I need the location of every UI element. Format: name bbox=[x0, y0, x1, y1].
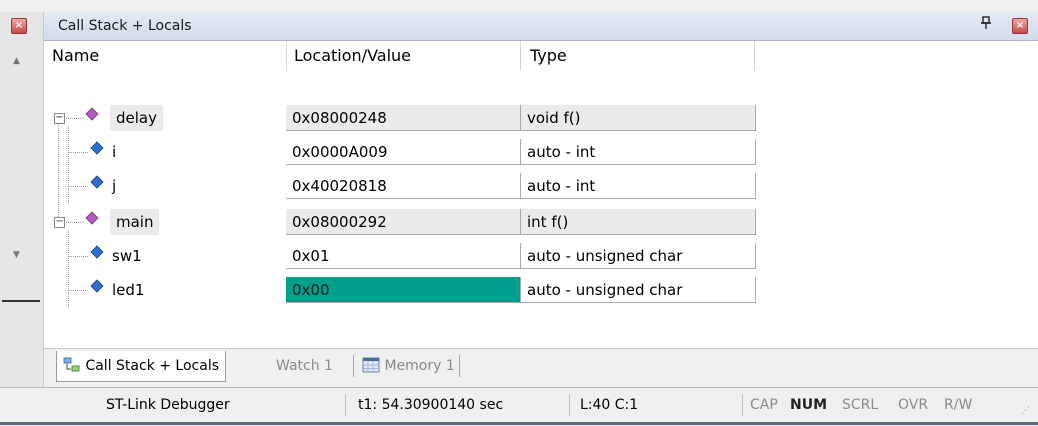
tree-guide-line bbox=[63, 118, 83, 119]
collapse-toggle-icon[interactable]: − bbox=[54, 217, 65, 228]
value-cell[interactable]: 0x01 bbox=[286, 243, 521, 269]
type-cell: auto - unsigned char bbox=[521, 277, 756, 303]
tree-guide-line bbox=[68, 152, 88, 153]
memory-grid-icon bbox=[362, 354, 380, 384]
tab-label: Watch 1 bbox=[276, 358, 333, 374]
status-rw: R/W bbox=[944, 397, 973, 413]
status-time: t1: 54.30900140 sec bbox=[358, 397, 504, 413]
resize-grip-icon[interactable]: ⋰ bbox=[1021, 406, 1030, 416]
tab-separator bbox=[459, 355, 460, 377]
status-bar: ST-Link Debugger t1: 54.30900140 sec L:4… bbox=[0, 387, 1038, 426]
scroll-down-arrow-icon[interactable]: ▼ bbox=[13, 250, 20, 260]
type-cell: int f() bbox=[521, 209, 756, 235]
scroll-up-arrow-icon[interactable]: ▲ bbox=[13, 56, 20, 66]
tree-guide-line bbox=[68, 231, 69, 307]
status-cap: CAP bbox=[750, 397, 778, 413]
call-stack-icon bbox=[63, 354, 81, 384]
left-gutter bbox=[0, 12, 44, 387]
status-separator bbox=[569, 394, 570, 416]
status-separator bbox=[742, 394, 743, 416]
tab-label: Call Stack + Locals bbox=[85, 358, 220, 374]
tree-guide-line bbox=[58, 113, 59, 217]
type-cell: auto - int bbox=[521, 173, 756, 199]
local-variable-icon bbox=[90, 279, 104, 297]
value-cell-changed[interactable]: 0x00 bbox=[286, 277, 521, 303]
value-cell[interactable]: 0x0000A009 bbox=[286, 139, 521, 165]
tree-node-label[interactable]: i bbox=[112, 139, 116, 165]
tab-label: Memory 1 bbox=[384, 358, 455, 374]
panel-close-icon[interactable]: × bbox=[1012, 18, 1028, 34]
tree-node-label[interactable]: j bbox=[112, 173, 116, 199]
status-line-col: L:40 C:1 bbox=[580, 397, 639, 413]
tree-guide-line bbox=[68, 186, 88, 187]
tab-call-stack-locals[interactable]: Call Stack + Locals bbox=[56, 351, 227, 384]
local-variable-icon bbox=[90, 245, 104, 263]
column-header-type[interactable]: Type bbox=[522, 41, 755, 70]
tab-watch-1[interactable]: Watch 1 bbox=[276, 351, 333, 381]
top-strip bbox=[0, 0, 1038, 12]
panel-title-bar: Call Stack + Locals × bbox=[44, 12, 1038, 41]
status-scrl: SCRL bbox=[842, 397, 879, 413]
value-cell[interactable]: 0x40020818 bbox=[286, 173, 521, 199]
panel-title: Call Stack + Locals bbox=[58, 18, 192, 34]
scrollbar-thumb[interactable] bbox=[2, 300, 40, 314]
local-variable-icon bbox=[90, 175, 104, 193]
type-cell: auto - unsigned char bbox=[521, 243, 756, 269]
outer-close-icon[interactable]: × bbox=[11, 18, 27, 34]
status-ovr: OVR bbox=[898, 397, 929, 413]
locals-panel: Name Location/Value Type − delay 0x08000… bbox=[44, 41, 1038, 348]
column-header-name[interactable]: Name bbox=[44, 41, 287, 70]
tree-node-label[interactable]: sw1 bbox=[112, 243, 142, 269]
collapse-toggle-icon[interactable]: − bbox=[54, 113, 65, 124]
tab-separator bbox=[353, 355, 354, 377]
tree-node-label[interactable]: delay bbox=[110, 105, 163, 131]
pin-icon[interactable] bbox=[980, 16, 992, 34]
tree-guide-line bbox=[63, 222, 83, 223]
tree-guide-line bbox=[68, 290, 88, 291]
tree-guide-line bbox=[68, 256, 88, 257]
value-cell[interactable]: 0x08000292 bbox=[286, 209, 521, 235]
local-variable-icon bbox=[90, 141, 104, 159]
tab-memory-1[interactable]: Memory 1 bbox=[362, 351, 455, 381]
type-cell: auto - int bbox=[521, 139, 756, 165]
function-icon bbox=[85, 211, 99, 229]
function-icon bbox=[85, 107, 99, 125]
tree-node-label[interactable]: led1 bbox=[112, 277, 144, 303]
column-header-location[interactable]: Location/Value bbox=[286, 41, 521, 70]
type-cell: void f() bbox=[521, 105, 756, 131]
value-cell[interactable]: 0x08000248 bbox=[286, 105, 521, 131]
panel-tab-bar: Call Stack + Locals Watch 1 Memory 1 bbox=[44, 348, 1038, 387]
status-num: NUM bbox=[790, 397, 828, 413]
status-debugger: ST-Link Debugger bbox=[106, 397, 230, 413]
tree-node-label[interactable]: main bbox=[110, 209, 160, 235]
status-separator bbox=[345, 394, 346, 416]
tree-guide-line bbox=[68, 127, 69, 203]
